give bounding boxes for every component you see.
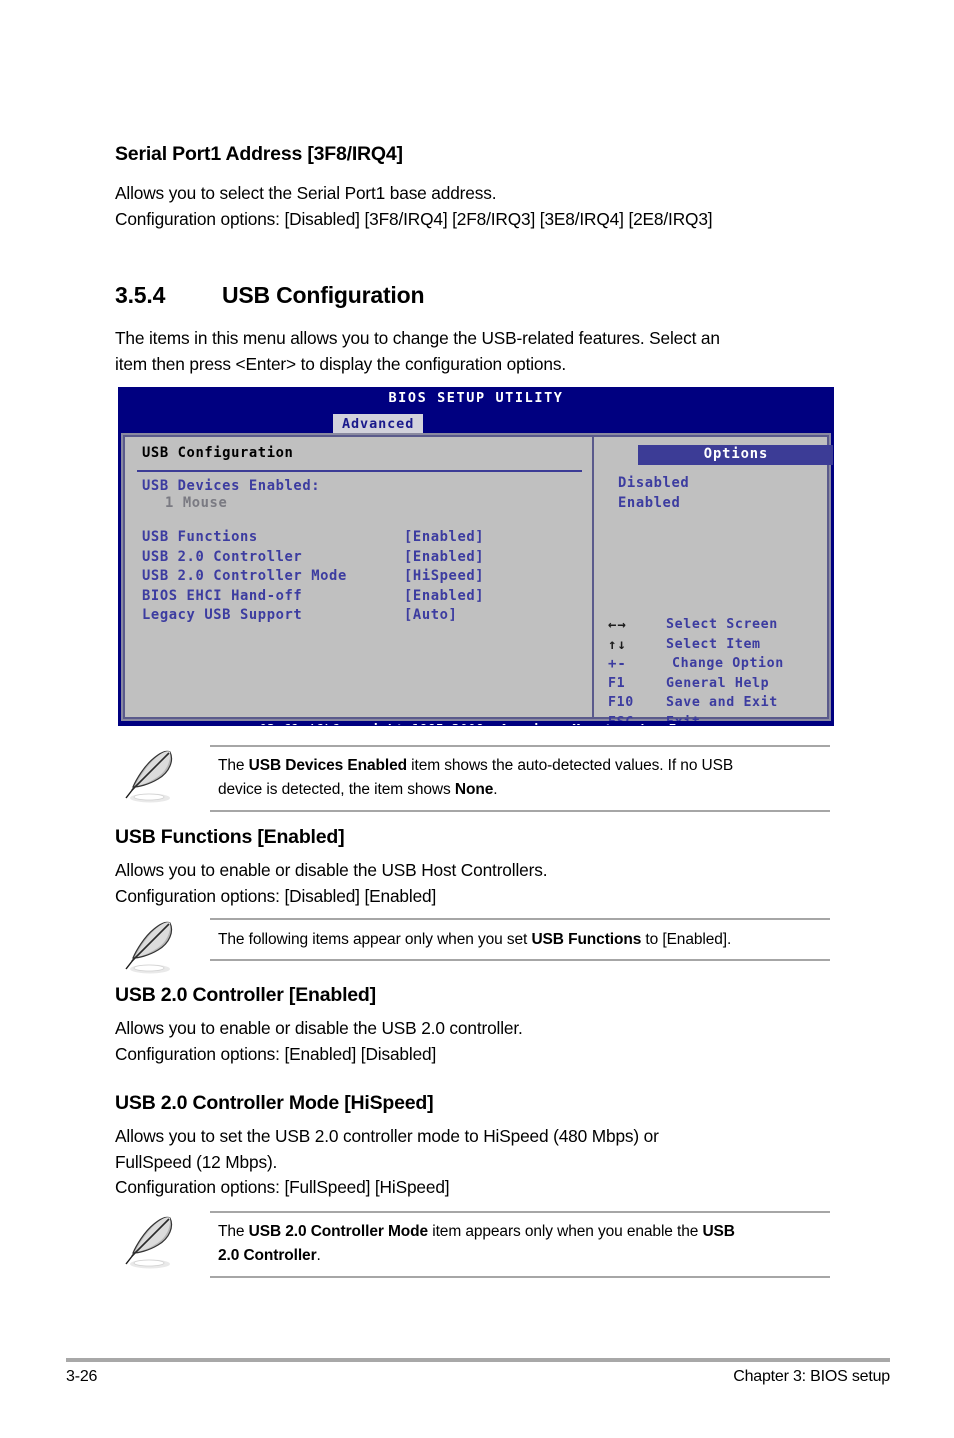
bios-copyright-text: v02.61 (C)Copyright 1985-2008, American … — [119, 723, 833, 725]
paragraph-usb-20-controller-mode: Allows you to set the USB 2.0 controller… — [115, 1124, 659, 1201]
bios-option-value: [HiSpeed] — [404, 568, 485, 585]
bios-option-label: Legacy USB Support — [142, 607, 303, 624]
bios-main-area: USB Configuration USB Devices Enabled: 1… — [121, 433, 833, 725]
up-down-arrow-icon: ↑↓ — [608, 636, 627, 653]
note-body-text: The following items appear only when you… — [218, 928, 731, 952]
note-line-1: The USB 2.0 Controller Mode item appears… — [218, 1223, 735, 1240]
bios-tab-bar: Advanced — [119, 414, 833, 433]
bios-option-value: [Auto] — [404, 607, 458, 624]
note-pencil-icon — [125, 1216, 173, 1269]
bios-option-value: [Enabled] — [404, 548, 485, 565]
bios-panel-heading: USB Configuration — [142, 445, 294, 461]
footer-divider — [66, 1358, 890, 1362]
left-right-arrow-icon: ←→ — [608, 617, 627, 633]
note-top-rule — [210, 918, 830, 920]
usb-20-controller-line-1: Allows you to enable or disable the USB … — [115, 1018, 523, 1038]
footer-page-number: 3-26 — [66, 1368, 98, 1385]
legend-label: Select Screen — [666, 617, 778, 632]
bios-setup-screen: BIOS SETUP UTILITY Advanced USB Configur… — [118, 387, 834, 726]
note-pencil-icon — [125, 921, 173, 974]
legend-label: Change Option — [672, 656, 784, 671]
bios-usb-devices-enabled-value: 1 Mouse — [165, 495, 228, 511]
heading-usb-functions: USB Functions [Enabled] — [115, 826, 345, 848]
serial-port1-line-1: Allows you to select the Serial Port1 ba… — [115, 183, 497, 203]
heading-serial-port1-address: Serial Port1 Address [3F8/IRQ4] — [115, 143, 403, 165]
note-bottom-rule — [210, 810, 830, 812]
bios-tab-advanced[interactable]: Advanced — [333, 414, 424, 433]
note-box-usb-devices-enabled: The USB Devices Enabled item shows the a… — [115, 742, 835, 814]
note-bottom-rule — [210, 1276, 830, 1278]
paragraph-usb-functions: Allows you to enable or disable the USB … — [115, 858, 547, 909]
bios-title-bar: BIOS SETUP UTILITY — [119, 388, 833, 414]
usb-20-mode-line-2: FullSpeed (12 Mbps). — [115, 1151, 278, 1172]
heading-usb-20-controller-mode: USB 2.0 Controller Mode [HiSpeed] — [115, 1092, 434, 1114]
bios-option-label: BIOS EHCI Hand-off — [142, 587, 303, 604]
footer-chapter-label: Chapter 3: BIOS setup — [733, 1368, 890, 1385]
legend-label: Select Item — [666, 636, 761, 652]
note-top-rule — [210, 745, 830, 747]
bios-option-label: USB 2.0 Controller Mode — [142, 568, 347, 585]
note-line-1: The following items appear only when you… — [218, 931, 732, 948]
bios-settings-panel: USB Configuration USB Devices Enabled: 1… — [123, 435, 593, 719]
note-top-rule — [210, 1211, 830, 1213]
note-pencil-icon — [125, 750, 173, 803]
note-line-2: device is detected, the item shows None. — [218, 781, 498, 798]
legend-label: Save and Exit — [666, 695, 778, 710]
bios-help-panel: Options Disabled Enabled ←→ Select Scree… — [593, 435, 833, 725]
usb-20-controller-line-2: Configuration options: [Enabled] [Disabl… — [115, 1043, 437, 1064]
usb-20-mode-line-3: Configuration options: [FullSpeed] [HiSp… — [115, 1177, 450, 1197]
note-body-text: The USB 2.0 Controller Mode item appears… — [218, 1220, 735, 1268]
bios-option-label: USB 2.0 Controller — [142, 548, 303, 565]
bios-usb-devices-enabled-label: USB Devices Enabled: — [142, 478, 321, 494]
bios-footer-bar: v02.61 (C)Copyright 1985-2008, American … — [119, 721, 833, 725]
paragraph-usb-20-controller: Allows you to enable or disable the USB … — [115, 1016, 523, 1067]
note-line-1: The USB Devices Enabled item shows the a… — [218, 757, 734, 774]
usb-configuration-line-2: item then press <Enter> to display the c… — [115, 353, 566, 374]
plus-minus-icon: +- — [608, 656, 627, 672]
document-page: Serial Port1 Address [3F8/IRQ4] Allows y… — [0, 0, 954, 1438]
bios-panel-divider — [137, 470, 582, 472]
usb-configuration-line-1: The items in this menu allows you to cha… — [115, 328, 720, 348]
heading-usb-20-controller: USB 2.0 Controller [Enabled] — [115, 984, 376, 1006]
bios-option-choice-disabled[interactable]: Disabled — [618, 475, 689, 495]
paragraph-serial-port1: Allows you to select the Serial Port1 ba… — [115, 181, 713, 232]
bios-options-title: Options — [638, 445, 833, 465]
usb-functions-line-1: Allows you to enable or disable the USB … — [115, 860, 548, 880]
note-bottom-rule — [210, 959, 830, 961]
bios-option-value: [Enabled] — [404, 587, 485, 604]
legend-key-f10: F10 — [608, 695, 634, 710]
bios-title-text: BIOS SETUP UTILITY — [388, 390, 564, 406]
bios-options-values: Disabled Enabled — [618, 475, 689, 514]
note-line-2: 2.0 Controller. — [218, 1247, 321, 1264]
note-body-text: The USB Devices Enabled item shows the a… — [218, 754, 733, 802]
usb-functions-line-2: Configuration options: [Disabled] [Enabl… — [115, 885, 437, 906]
legend-label: General Help — [666, 675, 770, 691]
section-number-354: 3.5.4 — [115, 282, 166, 308]
bios-option-label: USB Functions — [142, 529, 258, 545]
legend-key-f1: F1 — [608, 675, 626, 691]
paragraph-usb-configuration: The items in this menu allows you to cha… — [115, 326, 720, 377]
serial-port1-line-2: Configuration options: [Disabled] [3F8/I… — [115, 208, 713, 229]
note-box-usb-20-controller-mode: The USB 2.0 Controller Mode item appears… — [115, 1208, 835, 1280]
bios-option-choice-enabled[interactable]: Enabled — [618, 495, 689, 515]
section-heading-usb-configuration: USB Configuration — [222, 282, 425, 308]
usb-20-mode-line-1: Allows you to set the USB 2.0 controller… — [115, 1126, 659, 1146]
bios-option-value: [Enabled] — [404, 529, 485, 545]
note-box-usb-functions: The following items appear only when you… — [115, 915, 835, 974]
